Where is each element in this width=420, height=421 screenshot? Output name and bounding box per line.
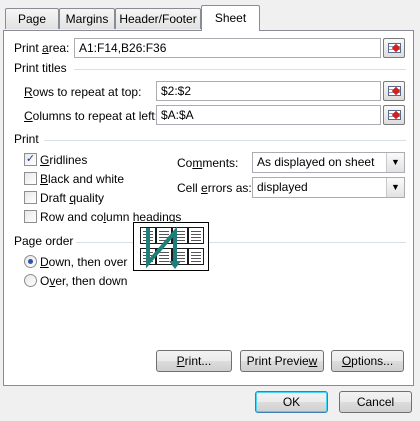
page-order-separator: [76, 242, 406, 243]
row-col-headings-checkbox[interactable]: [24, 210, 37, 223]
draft-quality-label[interactable]: Draft quality: [40, 191, 104, 205]
cols-repeat-collapse-button[interactable]: [383, 105, 405, 125]
print-preview-button[interactable]: Print Preview: [240, 350, 324, 372]
gridlines-checkbox[interactable]: ✓: [24, 153, 37, 166]
checkmark-icon: ✓: [25, 153, 36, 165]
page-order-illustration: [133, 222, 209, 271]
page-order-arrow-icon: [146, 226, 181, 269]
dialog-content: Print area: A1:F14,B26:F36 Print titles …: [0, 0, 420, 421]
cancel-button[interactable]: Cancel: [339, 391, 412, 413]
rows-repeat-input[interactable]: $2:$2: [156, 81, 381, 101]
down-then-over-radio[interactable]: [24, 255, 37, 268]
ok-button[interactable]: OK: [255, 391, 328, 413]
rows-repeat-collapse-button[interactable]: [383, 81, 405, 101]
print-button[interactable]: Print...: [156, 350, 232, 372]
over-then-down-radio[interactable]: [24, 274, 37, 287]
print-area-label: Print area:: [14, 41, 70, 55]
comments-label: Comments:: [177, 156, 239, 170]
print-titles-heading: Print titles: [14, 61, 71, 75]
print-heading: Print: [14, 132, 43, 146]
over-then-down-label[interactable]: Over, then down: [40, 274, 127, 288]
print-separator: [44, 140, 406, 141]
rows-repeat-label: Rows to repeat at top:: [24, 85, 142, 99]
print-titles-separator: [74, 69, 406, 70]
cols-repeat-input[interactable]: $A:$A: [156, 105, 381, 125]
options-button[interactable]: Options...: [331, 350, 404, 372]
gridlines-label[interactable]: Gridlines: [40, 153, 87, 167]
black-white-label[interactable]: Black and white: [40, 172, 124, 186]
cell-errors-select[interactable]: displayed ▼: [252, 177, 405, 198]
draft-quality-checkbox[interactable]: [24, 191, 37, 204]
black-white-checkbox[interactable]: [24, 172, 37, 185]
dropdown-arrow-icon[interactable]: ▼: [386, 178, 404, 197]
print-area-collapse-button[interactable]: [383, 38, 405, 58]
page-setup-dialog: { "tabs": ["Page", "Margins", "Header/Fo…: [0, 0, 420, 421]
page-order-heading: Page order: [14, 234, 78, 248]
down-then-over-label[interactable]: Down, then over: [40, 255, 127, 269]
print-area-input[interactable]: A1:F14,B26:F36: [74, 38, 381, 58]
dropdown-arrow-icon[interactable]: ▼: [386, 153, 404, 172]
cell-errors-label: Cell errors as:: [177, 181, 252, 195]
comments-select[interactable]: As displayed on sheet ▼: [252, 152, 405, 173]
cols-repeat-label: Columns to repeat at left:: [24, 109, 159, 123]
